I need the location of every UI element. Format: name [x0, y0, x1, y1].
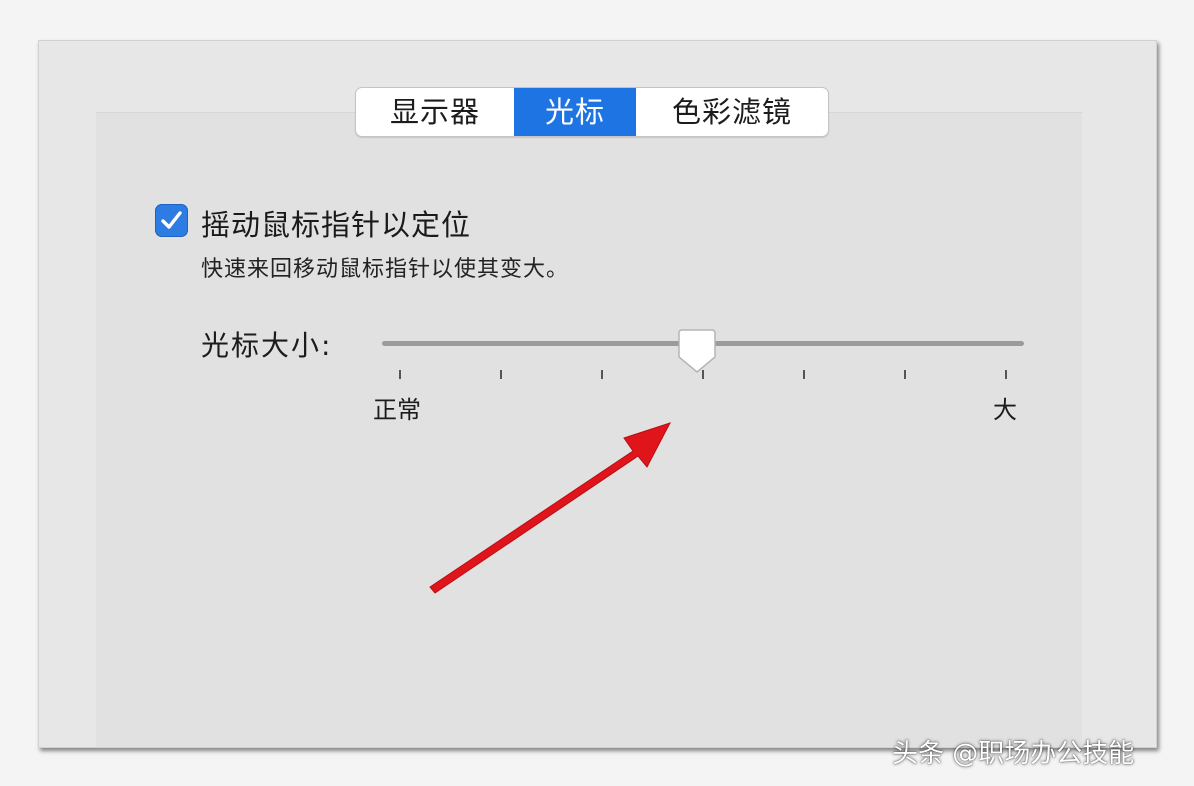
shake-to-locate-label[interactable]: 摇动鼠标指针以定位	[201, 202, 471, 244]
red-arrow-icon	[429, 422, 672, 594]
tab-cursor[interactable]: 光标	[514, 88, 636, 136]
slider-tick	[803, 370, 805, 379]
tab-color-filters[interactable]: 色彩滤镜	[636, 88, 828, 136]
slider-max-label: 大	[993, 396, 1017, 424]
shake-to-locate-description: 快速来回移动鼠标指针以使其变大。	[201, 257, 570, 282]
slider-tick	[399, 370, 401, 379]
cursor-size-label: 光标大小:	[201, 329, 333, 362]
tab-display[interactable]: 显示器	[356, 88, 514, 136]
slider-tick	[601, 370, 603, 379]
watermark: 头条 @职场办公技能	[892, 739, 1135, 769]
slider-tick	[904, 370, 906, 379]
cursor-size-slider-thumb[interactable]	[677, 328, 717, 374]
shake-to-locate-checkbox[interactable]	[155, 204, 188, 237]
checkmark-icon	[161, 211, 182, 229]
slider-min-label: 正常	[373, 396, 421, 424]
slider-tick	[1005, 370, 1007, 379]
slider-tick	[500, 370, 502, 379]
slider-tick	[702, 370, 704, 379]
segmented-tab-control: 显示器 光标 色彩滤镜	[355, 87, 829, 137]
